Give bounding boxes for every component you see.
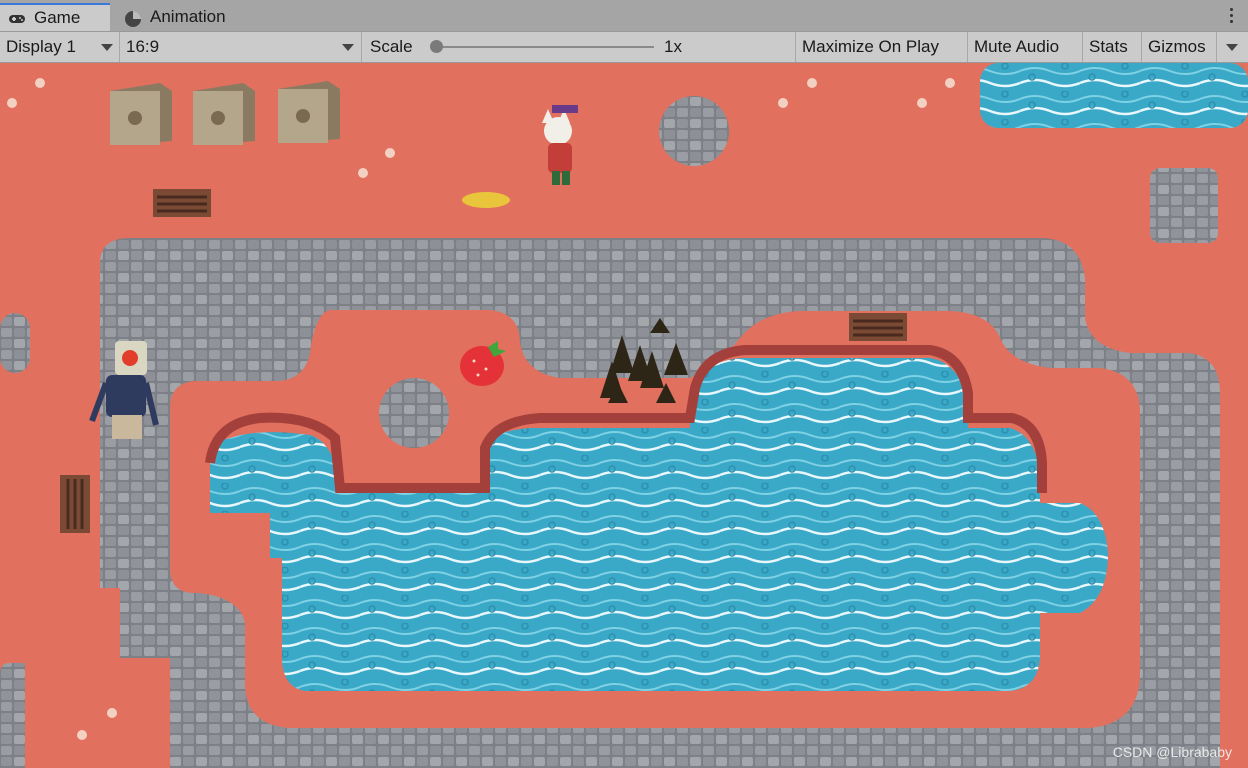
aspect-dropdown[interactable]: 16:9 <box>120 32 362 62</box>
chevron-down-icon <box>101 44 113 51</box>
gamepad-icon <box>8 11 26 25</box>
mute-audio-button[interactable]: Mute Audio <box>968 32 1083 62</box>
chevron-down-icon <box>1226 44 1238 51</box>
game-toolbar: Display 1 16:9 Scale 1x Maximize On Play… <box>0 32 1248 63</box>
display-label: Display 1 <box>6 37 76 56</box>
scale-slider-thumb[interactable] <box>430 40 443 53</box>
crates <box>110 81 340 145</box>
gold-coin <box>462 192 510 208</box>
watermark: CSDN @Librababy <box>1112 744 1232 760</box>
stats-label: Stats <box>1089 37 1128 56</box>
scale-slider-track[interactable] <box>436 46 654 48</box>
tab-bar: Game Animation <box>0 0 1248 32</box>
mute-label: Mute Audio <box>974 37 1060 56</box>
gizmos-label: Gizmos <box>1148 37 1206 56</box>
animation-clock-icon <box>124 10 142 27</box>
maximize-on-play-button[interactable]: Maximize On Play <box>796 32 968 62</box>
aspect-label: 16:9 <box>126 37 160 56</box>
display-dropdown[interactable]: Display 1 <box>0 32 120 62</box>
game-viewport[interactable]: CSDN @Librababy <box>0 63 1248 768</box>
stats-button[interactable]: Stats <box>1083 32 1142 62</box>
scale-value: 1x <box>664 37 682 56</box>
gizmos-button[interactable]: Gizmos <box>1142 32 1217 62</box>
more-options-icon[interactable] <box>1230 8 1234 26</box>
game-scene <box>0 63 1248 768</box>
water-corner <box>980 63 1248 128</box>
tab-game-label: Game <box>34 8 81 27</box>
tab-animation-label: Animation <box>150 7 226 26</box>
gizmos-dropdown[interactable] <box>1217 32 1248 62</box>
maximize-label: Maximize On Play <box>802 37 939 56</box>
tab-animation[interactable]: Animation <box>116 3 234 31</box>
fox-player <box>542 105 578 185</box>
tab-game[interactable]: Game <box>0 3 110 31</box>
scale-label: Scale <box>370 37 413 56</box>
chevron-down-icon <box>342 44 354 51</box>
